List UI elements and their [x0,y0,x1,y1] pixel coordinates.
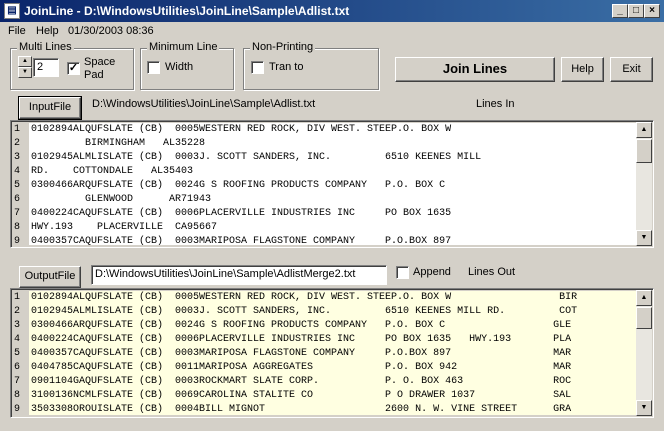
menu-file[interactable]: File [8,25,26,37]
spin-up-icon[interactable]: ▲ [18,56,32,67]
app-icon: ▤ [4,3,20,19]
close-button[interactable]: × [644,4,660,18]
text-line: 0400224CAQUFSLATE (CB) 0006PLACERVILLE I… [31,334,572,345]
line-number: 7 [14,208,21,219]
width-checkbox[interactable] [147,61,160,74]
text-line: 0400357CAQUFSLATE (CB) 0003MARIPOSA FLAG… [31,348,572,359]
width-label: Width [165,61,194,73]
line-number: 9 [14,236,21,247]
datetime-label: 01/30/2003 08:36 [68,25,154,37]
text-line: BIRMINGHAM AL35228 [31,138,206,149]
line-number: 4 [14,334,21,345]
tran-to-label: Tran to [269,61,304,73]
non-printing-label: Non-Printing [250,41,316,53]
text-line: 3503308OROUISLATE (CB) 0004BILL MIGNOT 2… [31,404,572,415]
scroll-thumb[interactable] [636,139,652,163]
line-number: 8 [14,222,21,233]
text-line: 0901104GAQUFSLATE (CB) 0003ROCKMART SLAT… [31,376,572,387]
line-number: 6 [14,362,21,373]
text-line: 0300466ARQUFSLATE (CB) 0024G S ROOFING P… [31,180,446,191]
tran-to-checkbox[interactable] [251,61,264,74]
multi-lines-label: Multi Lines [17,41,74,53]
text-line: GLENWOOD AR71943 [31,194,212,205]
menu-bar: File Help 01/30/2003 08:36 [0,22,664,40]
multi-lines-input[interactable]: 2 [33,58,59,77]
text-line: 0400357CAQUFSLATE (CB) 0003MARIPOSA FLAG… [31,236,452,245]
lines-in-label: Lines In [476,98,515,110]
input-line-numbers: 1 2 3 4 5 6 7 8 9 [13,123,29,247]
space-pad-checkbox[interactable]: ✓ [67,62,80,75]
join-lines-button[interactable]: Join Lines [395,57,555,82]
line-number: 4 [14,166,21,177]
scroll-up-icon[interactable]: ▲ [636,122,652,138]
line-number: 5 [14,180,21,191]
menu-help[interactable]: Help [36,25,59,37]
output-path-input[interactable]: D:\WindowsUtilities\JoinLine\Sample\Adli… [91,265,387,285]
output-file-button[interactable]: OutputFile [19,266,81,288]
output-line-numbers: 1 2 3 4 5 6 7 8 9 [13,291,29,415]
title-bar[interactable]: ▤ JoinLine - D:\WindowsUtilities\JoinLin… [0,0,664,22]
line-number: 3 [14,320,21,331]
multi-lines-spinner[interactable]: ▲ ▼ [18,56,32,78]
text-line: 0102894ALQUFSLATE (CB) 0005WESTERN RED R… [31,292,578,303]
minimize-button[interactable]: _ [612,4,628,18]
input-vertical-scrollbar[interactable]: ▲ ▼ [636,122,652,246]
line-number: 6 [14,194,21,205]
text-line: 0300466ARQUFSLATE (CB) 0024G S ROOFING P… [31,320,572,331]
scroll-thumb[interactable] [636,307,652,329]
output-text-pane[interactable]: 1 2 3 4 5 6 7 8 9 0102894ALQUFSLATE (CB)… [10,288,654,418]
minimum-line-label: Minimum Line [147,41,220,53]
line-number: 3 [14,152,21,163]
spin-down-icon[interactable]: ▼ [18,67,32,78]
text-line: 0400224CAQUFSLATE (CB) 0006PLACERVILLE I… [31,208,452,219]
input-file-button[interactable]: InputFile [18,96,82,120]
text-line: 0102894ALQUFSLATE (CB) 0005WESTERN RED R… [31,124,452,135]
text-line: 0102945ALMLISLATE (CB) 0003J. SCOTT SAND… [31,306,578,317]
append-label: Append [413,266,451,278]
input-path-label: D:\WindowsUtilities\JoinLine\Sample\Adli… [92,98,316,110]
text-line: 0102945ALMLISLATE (CB) 0003J. SCOTT SAND… [31,152,482,163]
output-vertical-scrollbar[interactable]: ▲ ▼ [636,290,652,416]
exit-button[interactable]: Exit [610,57,653,82]
scroll-down-icon[interactable]: ▼ [636,230,652,246]
scroll-up-icon[interactable]: ▲ [636,290,652,306]
line-number: 1 [14,124,21,135]
text-line: 0404785CAQUFSLATE (CB) 0011MARIPOSA AGGR… [31,362,572,373]
line-number: 9 [14,404,21,415]
window-title: JoinLine - D:\WindowsUtilities\JoinLine\… [24,4,350,18]
text-line: 3100136NCMLFSLATE (CB) 0069CAROLINA STAL… [31,390,572,401]
line-number: 2 [14,306,21,317]
line-number: 5 [14,348,21,359]
append-checkbox[interactable] [396,266,409,279]
line-number: 8 [14,390,21,401]
line-number: 2 [14,138,21,149]
scroll-down-icon[interactable]: ▼ [636,400,652,416]
help-button[interactable]: Help [561,57,604,82]
maximize-button[interactable]: □ [628,4,644,18]
input-textarea[interactable]: 0102894ALQUFSLATE (CB) 0005WESTERN RED R… [29,123,636,245]
line-number: 1 [14,292,21,303]
joinline-window: ▤ JoinLine - D:\WindowsUtilities\JoinLin… [0,0,664,431]
text-line: HWY.193 PLACERVILLE CA95667 [31,222,218,233]
lines-out-label: Lines Out [468,266,516,278]
space-pad-label-line2: Pad [84,69,104,81]
input-text-pane[interactable]: 1 2 3 4 5 6 7 8 9 0102894ALQUFSLATE (CB)… [10,120,654,248]
output-textarea[interactable]: 0102894ALQUFSLATE (CB) 0005WESTERN RED R… [29,291,636,415]
text-line: RD. COTTONDALE AL35403 [31,166,194,177]
line-number: 7 [14,376,21,387]
space-pad-label-line1: Space [84,56,116,68]
